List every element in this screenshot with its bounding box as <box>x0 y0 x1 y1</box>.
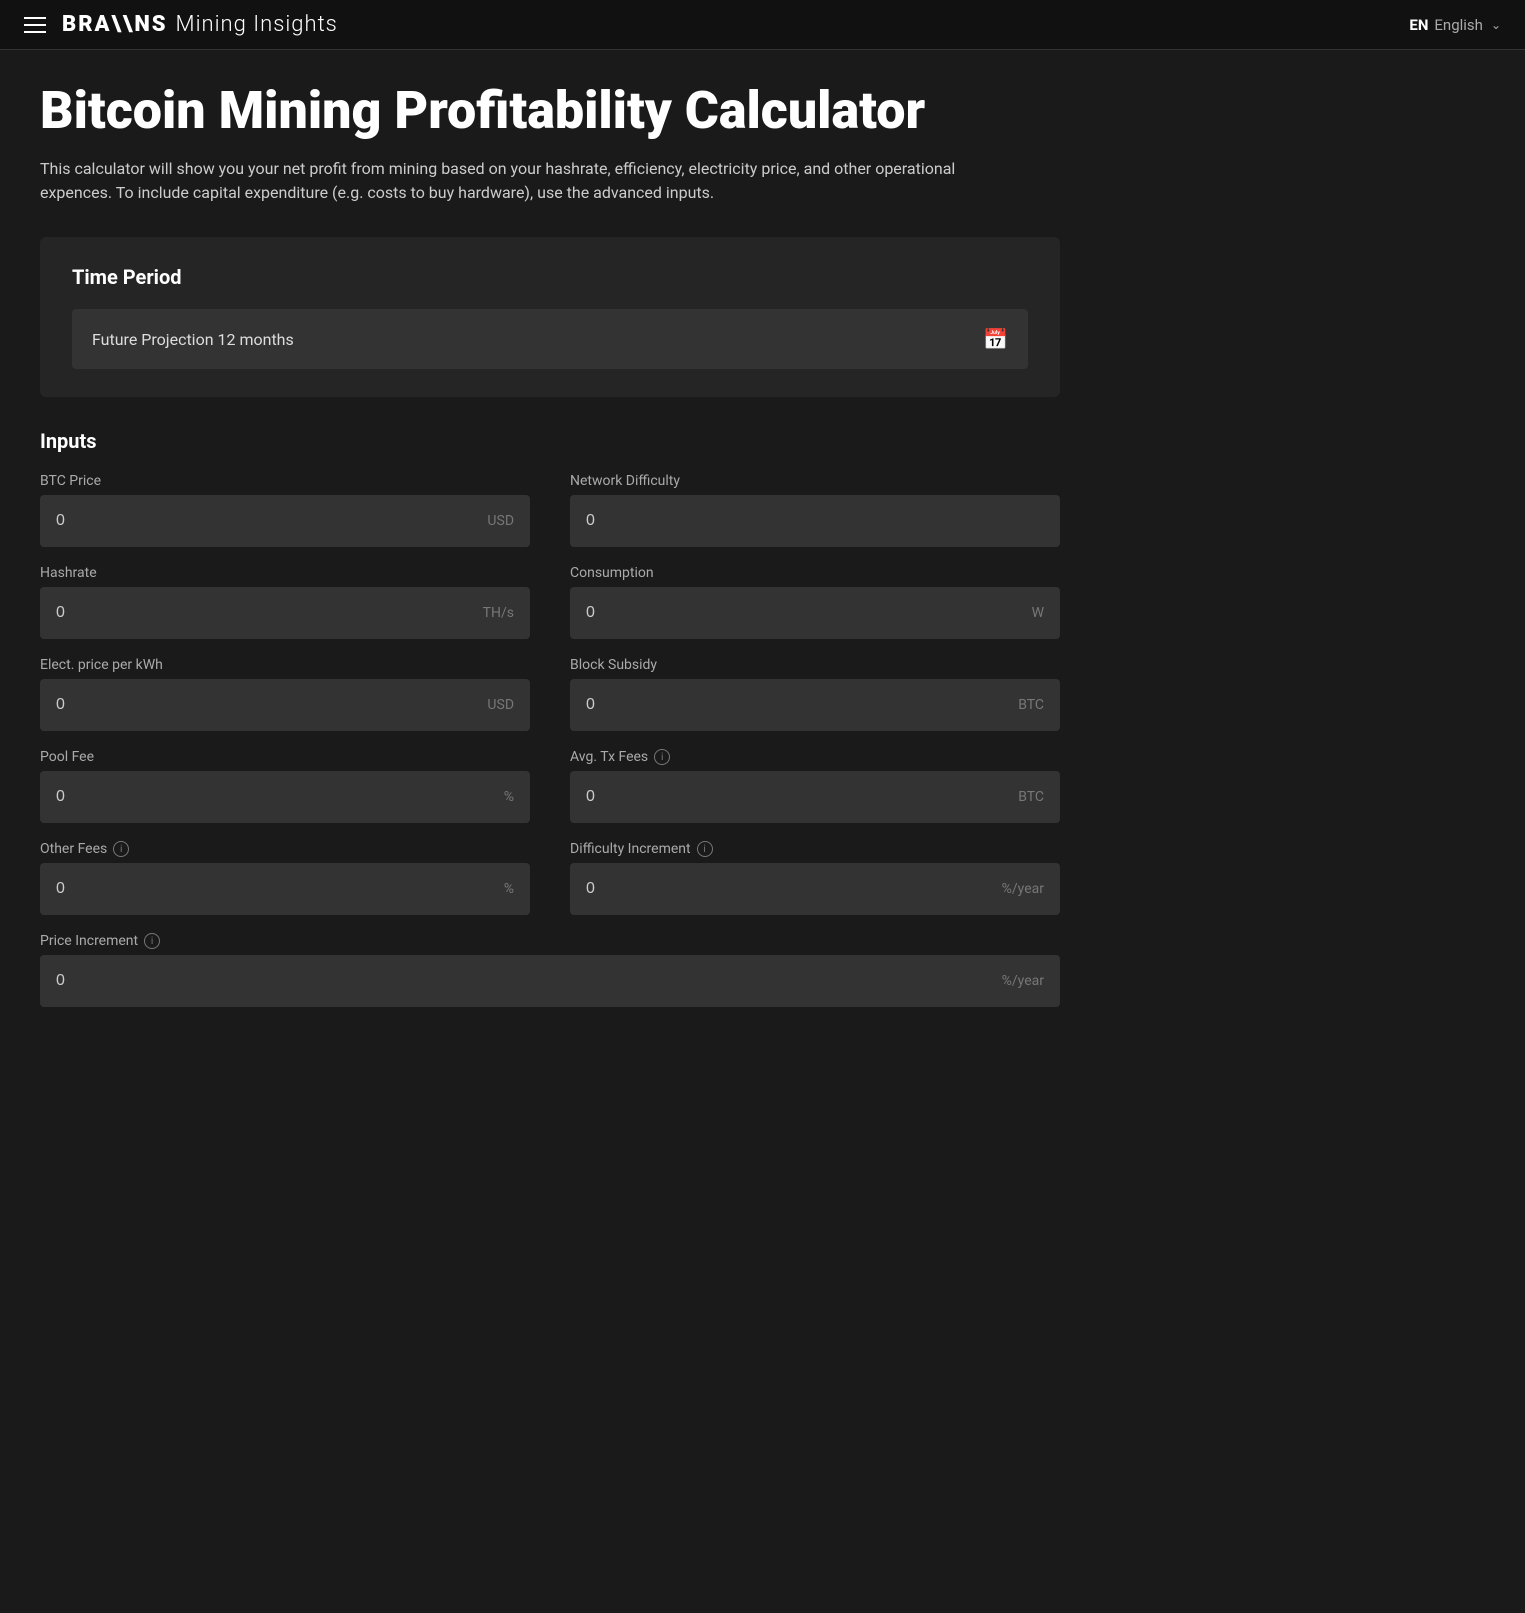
label-block-subsidy: Block Subsidy <box>570 657 1060 673</box>
input-other-fees[interactable] <box>56 880 496 898</box>
inputs-title: Inputs <box>40 429 1060 453</box>
input-group-avg-tx-fees: Avg. Tx Feesi BTC <box>570 749 1060 823</box>
chevron-down-icon: ⌄ <box>1491 18 1501 32</box>
input-group-pool-fee: Pool Fee% <box>40 749 530 823</box>
input-consumption[interactable] <box>586 604 1024 622</box>
input-wrapper-price-increment: %/year <box>40 955 1060 1007</box>
input-block-subsidy[interactable] <box>586 696 1010 714</box>
input-network-difficulty[interactable] <box>586 512 1044 530</box>
input-avg-tx-fees[interactable] <box>586 788 1010 806</box>
time-period-value: Future Projection 12 months <box>92 330 294 349</box>
label-btc-price: BTC Price <box>40 473 530 489</box>
info-icon-avg-tx-fees[interactable]: i <box>654 749 670 765</box>
label-pool-fee: Pool Fee <box>40 749 530 765</box>
page-description: This calculator will show you your net p… <box>40 157 1020 205</box>
page-title: Bitcoin Mining Profitability Calculator <box>40 82 1060 139</box>
input-wrapper-difficulty-increment: %/year <box>570 863 1060 915</box>
unit-block-subsidy: BTC <box>1018 697 1044 713</box>
input-hashrate[interactable] <box>56 604 475 622</box>
input-pool-fee[interactable] <box>56 788 496 806</box>
unit-consumption: W <box>1032 605 1044 621</box>
input-wrapper-btc-price: USD <box>40 495 530 547</box>
label-elec-price: Elect. price per kWh <box>40 657 530 673</box>
info-icon-other-fees[interactable]: i <box>113 841 129 857</box>
input-wrapper-consumption: W <box>570 587 1060 639</box>
unit-avg-tx-fees: BTC <box>1018 789 1044 805</box>
header-left: BRA\\NS Mining Insights <box>24 12 338 37</box>
time-period-section: Time Period Future Projection 12 months … <box>40 237 1060 397</box>
unit-hashrate: TH/s <box>483 605 514 621</box>
unit-pool-fee: % <box>504 789 514 805</box>
label-price-increment: Price Incrementi <box>40 933 1060 949</box>
header: BRA\\NS Mining Insights EN English ⌄ <box>0 0 1525 50</box>
input-wrapper-hashrate: TH/s <box>40 587 530 639</box>
label-network-difficulty: Network Difficulty <box>570 473 1060 489</box>
unit-difficulty-increment: %/year <box>1002 881 1044 897</box>
info-icon-price-increment[interactable]: i <box>144 933 160 949</box>
input-group-btc-price: BTC Price USD <box>40 473 530 547</box>
input-btc-price[interactable] <box>56 512 479 530</box>
input-wrapper-avg-tx-fees: BTC <box>570 771 1060 823</box>
language-code: EN <box>1409 16 1428 34</box>
info-icon-difficulty-increment[interactable]: i <box>697 841 713 857</box>
input-group-block-subsidy: Block Subsidy BTC <box>570 657 1060 731</box>
input-price-increment[interactable] <box>56 972 994 990</box>
logo-brand: BRA\\NS <box>62 12 168 37</box>
unit-elec-price: USD <box>487 697 514 713</box>
label-difficulty-increment: Difficulty Incrementi <box>570 841 1060 857</box>
input-group-price-increment: Price Incrementi %/year <box>40 933 1060 1007</box>
input-group-elec-price: Elect. price per kWh USD <box>40 657 530 731</box>
input-wrapper-network-difficulty <box>570 495 1060 547</box>
input-group-other-fees: Other Feesi% <box>40 841 530 915</box>
input-elec-price[interactable] <box>56 696 479 714</box>
label-consumption: Consumption <box>570 565 1060 581</box>
unit-price-increment: %/year <box>1002 973 1044 989</box>
input-group-difficulty-increment: Difficulty Incrementi %/year <box>570 841 1060 915</box>
input-wrapper-other-fees: % <box>40 863 530 915</box>
hamburger-menu[interactable] <box>24 17 46 33</box>
input-difficulty-increment[interactable] <box>586 880 994 898</box>
logo-subtitle: Mining Insights <box>176 12 338 37</box>
inputs-grid: BTC Price USD Network Difficulty Hashrate TH… <box>40 473 1060 1025</box>
language-name: English <box>1434 16 1483 34</box>
label-avg-tx-fees: Avg. Tx Feesi <box>570 749 1060 765</box>
unit-btc-price: USD <box>487 513 514 529</box>
label-hashrate: Hashrate <box>40 565 530 581</box>
time-period-title: Time Period <box>72 265 1028 289</box>
language-selector[interactable]: EN English ⌄ <box>1409 16 1501 34</box>
inputs-section: Inputs BTC Price USD Network Difficulty Has… <box>40 429 1060 1025</box>
input-wrapper-block-subsidy: BTC <box>570 679 1060 731</box>
logo: BRA\\NS Mining Insights <box>62 12 338 37</box>
main-content: Bitcoin Mining Profitability Calculator … <box>0 50 1100 1057</box>
input-group-hashrate: Hashrate TH/s <box>40 565 530 639</box>
calendar-icon: 📅 <box>983 327 1008 351</box>
input-group-consumption: Consumption W <box>570 565 1060 639</box>
input-group-network-difficulty: Network Difficulty <box>570 473 1060 547</box>
time-period-selector[interactable]: Future Projection 12 months 📅 <box>72 309 1028 369</box>
input-wrapper-elec-price: USD <box>40 679 530 731</box>
unit-other-fees: % <box>504 881 514 897</box>
input-wrapper-pool-fee: % <box>40 771 530 823</box>
label-other-fees: Other Feesi <box>40 841 530 857</box>
